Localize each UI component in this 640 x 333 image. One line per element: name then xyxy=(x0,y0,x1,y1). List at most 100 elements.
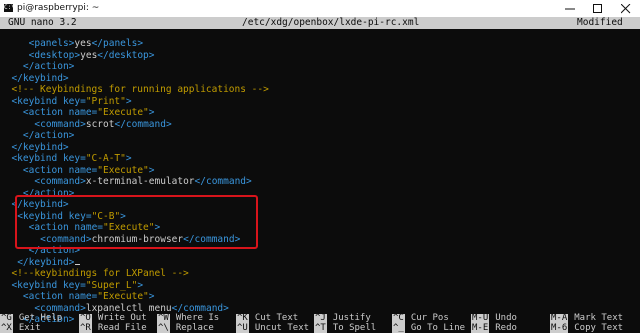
code-token: name= xyxy=(68,107,98,118)
shortcut-label: Cut Text xyxy=(254,313,299,323)
code-token: name= xyxy=(68,291,98,302)
shortcut-item[interactable]: ^R Read File xyxy=(79,323,147,333)
code-token: > xyxy=(137,279,144,291)
editor-line: <keybind key="Print"> xyxy=(11,96,131,108)
editor-line: <!-- Keybindings for running application… xyxy=(11,84,268,96)
code-token: <command> xyxy=(34,302,86,314)
minimize-icon xyxy=(565,8,575,10)
shortcut-key: ^\ xyxy=(157,322,170,333)
nano-version: GNU nano 3.2 xyxy=(8,17,77,28)
editor-line: </action> xyxy=(23,61,74,73)
code-token: </command> xyxy=(114,118,172,130)
highlight-annotation-box xyxy=(15,195,258,249)
nano-header-bar: GNU nano 3.2 /etc/xdg/openbox/lxde-pi-rc… xyxy=(0,17,640,29)
code-token: <command> xyxy=(34,176,86,187)
editor-line: <action name="Execute"> xyxy=(23,165,155,177)
shortcut-label: Cur Pos xyxy=(410,313,449,323)
shortcut-label: Where Is xyxy=(175,313,220,323)
shortcut-label: To Spell xyxy=(332,322,377,333)
code-token: "Print" xyxy=(85,95,126,107)
shortcut-item[interactable]: ^_ Go To Line xyxy=(392,322,466,333)
code-token: <keybind xyxy=(11,279,63,291)
code-token: <panels> xyxy=(28,38,75,49)
code-token: <action xyxy=(22,107,69,118)
code-token: <action xyxy=(22,291,69,302)
file-path: /etc/xdg/openbox/lxde-pi-rc.xml xyxy=(242,17,420,28)
editor-line: <action name="Execute"> xyxy=(23,291,155,303)
code-token: "Execute" xyxy=(97,107,149,118)
code-token: yes xyxy=(74,38,92,49)
editor-line: <!--keybindings for LXPanel --> xyxy=(11,268,188,280)
code-token: key= xyxy=(62,279,86,291)
code-token: > xyxy=(125,153,132,164)
shortcut-label: Write Out xyxy=(97,313,147,323)
code-token: "C-A-T" xyxy=(85,153,126,164)
code-token: "Super_L" xyxy=(85,279,138,291)
code-token: </panels> xyxy=(91,38,144,49)
text-cursor xyxy=(75,263,81,265)
editor-line: </keybind> xyxy=(17,256,81,269)
shortcut-key: ^T xyxy=(314,322,327,333)
editor-line: </action> xyxy=(23,130,74,142)
title-bar[interactable]: C:\ pi@raspberrypi: ~ xyxy=(0,0,640,18)
shortcut-label: Exit xyxy=(18,322,41,333)
code-token: yes xyxy=(80,49,98,61)
editor-line: <keybind key="Super_L"> xyxy=(11,280,143,292)
shortcut-bar: ^G Get Help ^O Write Out ^W Where Is ^K Cut Tex… xyxy=(0,313,640,333)
shortcut-item[interactable]: ^U Uncut Text xyxy=(236,322,310,333)
shortcut-label: Get Help xyxy=(18,313,63,323)
shortcut-item[interactable]: M-E Redo xyxy=(471,322,517,333)
shortcut-label: Undo xyxy=(495,313,517,323)
shortcut-label: Replace xyxy=(175,322,214,333)
editor-line: <panels>yes</panels> xyxy=(29,38,143,50)
shortcut-item[interactable]: M-6 Copy Text xyxy=(550,322,624,333)
editor-line: </keybind> xyxy=(11,142,68,154)
maximize-button[interactable] xyxy=(584,0,612,17)
code-token: </keybind> xyxy=(11,141,69,153)
shortcut-label: Uncut Text xyxy=(254,322,310,333)
minimize-button[interactable] xyxy=(556,0,584,17)
close-button[interactable] xyxy=(612,0,640,17)
editor-line: <action name="Execute"> xyxy=(23,107,155,119)
code-token: "Execute" xyxy=(97,291,149,302)
shortcut-key: ^U xyxy=(236,322,249,333)
modified-status: Modified xyxy=(577,17,623,28)
terminal-icon: C:\ xyxy=(4,4,13,12)
editor-line: </keybind> xyxy=(11,73,68,85)
code-token: </desktop> xyxy=(97,49,155,61)
code-token: <!--keybindings for LXPanel --> xyxy=(11,268,189,279)
shortcut-key: ^_ xyxy=(392,322,405,333)
code-token: </keybind> xyxy=(17,256,75,268)
code-token: > xyxy=(148,164,155,176)
shortcut-label: Justify xyxy=(332,313,371,323)
code-token: > xyxy=(148,291,155,302)
shortcut-label: Copy Text xyxy=(574,322,624,333)
shortcut-item[interactable]: ^X Exit xyxy=(0,322,41,333)
shortcut-key: M-6 xyxy=(550,322,569,333)
code-token: name= xyxy=(68,164,98,176)
code-token: lxpanelctl menu xyxy=(85,302,172,314)
maximize-icon xyxy=(593,4,602,13)
code-token: </action> xyxy=(22,61,75,72)
code-token: <keybind xyxy=(11,95,63,107)
close-icon xyxy=(621,4,631,14)
editor-line: <keybind key="C-A-T"> xyxy=(11,153,131,165)
code-token: key= xyxy=(62,153,86,164)
code-token: scrot xyxy=(85,118,115,130)
code-token: <keybind xyxy=(11,153,63,164)
editor-line: <command>x-terminal-emulator</command> xyxy=(34,176,251,188)
shortcut-item[interactable]: ^T To Spell xyxy=(314,322,377,333)
shortcut-key: ^X xyxy=(0,322,13,333)
code-token: <desktop> xyxy=(28,49,81,61)
window-controls xyxy=(556,0,640,17)
code-token: <!-- Keybindings for running application… xyxy=(11,84,269,95)
code-token: </keybind> xyxy=(11,72,69,84)
shortcut-item[interactable]: ^\ Replace xyxy=(157,322,214,333)
shortcut-label: Go To Line xyxy=(410,322,466,333)
shortcut-label: Redo xyxy=(495,322,517,333)
code-token: x-terminal-emulator xyxy=(85,176,195,187)
shortcut-label: Mark Text xyxy=(574,313,624,323)
code-token: key= xyxy=(62,95,86,107)
window-title: pi@raspberrypi: ~ xyxy=(17,3,100,13)
code-token: </command> xyxy=(171,302,229,314)
